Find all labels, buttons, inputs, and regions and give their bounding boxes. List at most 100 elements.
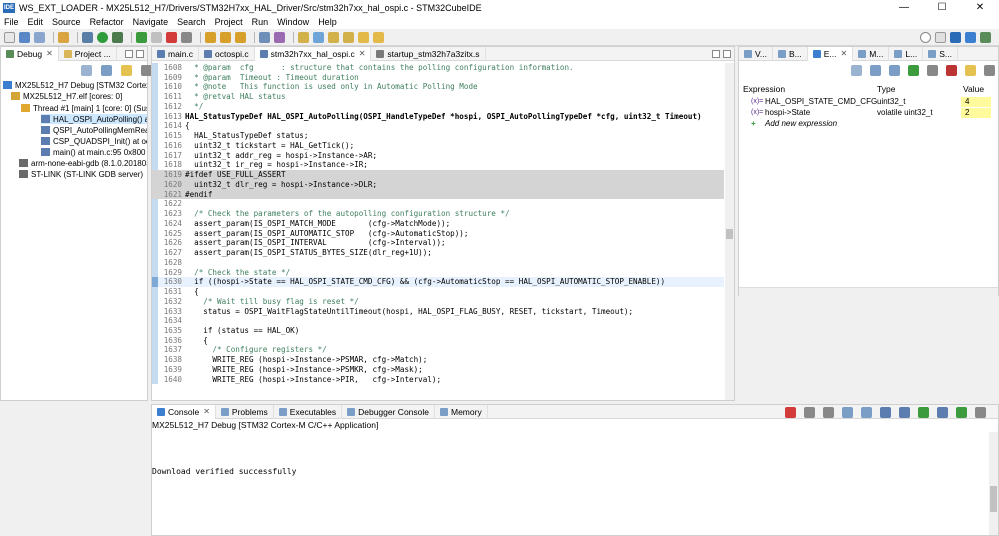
code-line[interactable]: 1640 WRITE_REG (hospi->Instance->PIR, cf… (152, 375, 724, 385)
maximize-button[interactable]: ☐ (923, 0, 961, 15)
minimize-view-icon[interactable] (712, 50, 720, 58)
show-logical-structure-icon[interactable] (889, 65, 900, 76)
open-type-icon[interactable] (298, 31, 309, 43)
tab-stm32h7xx-hal-ospi-c[interactable]: stm32h7xx_hal_ospi.c ✕ (254, 46, 372, 61)
search-icon[interactable] (920, 32, 931, 43)
scrollbar-thumb[interactable] (990, 486, 997, 512)
tab-problems[interactable]: Problems (216, 404, 274, 419)
previous-annotation-icon[interactable] (343, 31, 354, 43)
build-icon[interactable] (58, 31, 69, 43)
menu-source[interactable]: Source (52, 17, 81, 27)
terminate-icon[interactable] (785, 407, 796, 418)
menu-navigate[interactable]: Navigate (133, 17, 169, 27)
code-line[interactable]: 1625 assert_param(IS_OSPI_AUTOMATIC_STOP… (152, 229, 724, 239)
cube-perspective-icon[interactable] (950, 32, 961, 43)
tab-executables[interactable]: Executables (274, 404, 343, 419)
debug-icon[interactable] (112, 31, 123, 43)
code-line[interactable]: 1616 uint32_t tickstart = HAL_GetTick(); (152, 141, 724, 151)
minimize-button[interactable]: — (885, 0, 923, 15)
code-line[interactable]: 1638 WRITE_REG (hospi->Instance->PSMAR, … (152, 355, 724, 365)
open-perspective-icon[interactable] (935, 32, 946, 43)
code-line[interactable]: 1637 /* Configure registers */ (152, 345, 724, 355)
step-into-icon[interactable] (205, 31, 216, 43)
tab-live-expressions[interactable]: L... (889, 46, 924, 61)
code-line[interactable]: 1628 (152, 258, 724, 268)
tab-debug[interactable]: Debug ✕ (1, 46, 59, 61)
step-over-icon[interactable] (220, 31, 231, 43)
code-line[interactable]: 1621 #endif (152, 189, 724, 200)
code-line[interactable]: 1622 (152, 199, 724, 209)
expression-row[interactable]: (x)= HAL_OSPI_STATE_CMD_CFG uint32_t 4 (739, 97, 998, 107)
tree-item-process[interactable]: MX25L512_H7.elf [cores: 0] (11, 91, 122, 101)
close-window-button[interactable]: ✕ (961, 0, 999, 15)
stack-frame-item[interactable]: CSP_QUADSPI_Init() at octospi.c:102 (41, 136, 147, 146)
word-wrap-icon[interactable] (861, 407, 872, 418)
code-line[interactable]: 1623 /* Check the parameters of the auto… (152, 209, 724, 219)
remove-expression-icon[interactable] (927, 65, 938, 76)
tab-main-c[interactable]: main.c (152, 46, 200, 61)
search-toolbar-icon[interactable] (313, 31, 324, 43)
code-line[interactable]: 1630 if ((hospi->State == HAL_OSPI_STATE… (152, 277, 724, 287)
minimize-view-icon[interactable] (125, 50, 133, 58)
code-line[interactable]: 1631 { (152, 287, 724, 297)
close-icon[interactable]: ✕ (841, 49, 848, 58)
menu-help[interactable]: Help (318, 17, 337, 27)
remove-all-icon[interactable] (946, 65, 957, 76)
editor-vertical-scrollbar[interactable] (725, 63, 734, 400)
stack-frame-item[interactable]: main() at main.c:95 0x800 (41, 147, 146, 157)
menu-file[interactable]: File (4, 17, 19, 27)
collapse-all-icon[interactable] (851, 65, 862, 76)
tab-startup-s[interactable]: startup_stm32h7a3zitx.s (371, 46, 486, 61)
expression-value[interactable]: 2 (961, 108, 991, 118)
close-icon[interactable]: ✕ (359, 49, 366, 58)
code-line[interactable]: 1610 * @note This function is used only … (152, 82, 724, 92)
code-line[interactable]: 1633 status = OSPI_WaitFlagStateUntilTim… (152, 307, 724, 317)
view-menu-icon[interactable] (975, 407, 986, 418)
next-annotation-icon[interactable] (328, 31, 339, 43)
tab-breakpoints[interactable]: B... (773, 46, 808, 61)
code-line[interactable]: 1619 #ifdef USE_FULL_ASSERT (152, 170, 724, 180)
menu-window[interactable]: Window (277, 17, 309, 27)
tab-memory[interactable]: Memory (435, 404, 488, 419)
close-icon[interactable]: ✕ (203, 407, 210, 416)
tab-console[interactable]: Console ✕ (152, 404, 216, 419)
new-icon[interactable] (4, 31, 15, 43)
display-selected-console-icon[interactable] (937, 407, 948, 418)
terminate-icon[interactable] (166, 31, 177, 43)
add-expression-icon[interactable] (908, 65, 919, 76)
debug-config-icon[interactable] (82, 31, 93, 43)
maximize-view-icon[interactable] (136, 50, 144, 58)
column-header-type[interactable]: Type (877, 84, 895, 95)
pin-console-icon[interactable] (918, 407, 929, 418)
expressions-horizontal-scrollbar[interactable] (739, 287, 998, 296)
code-line[interactable]: 1620 uint32_t dlr_reg = hospi->Instance-… (152, 179, 724, 190)
layout-icon[interactable] (965, 65, 976, 76)
console-vertical-scrollbar[interactable] (989, 432, 998, 535)
tree-item-gdb[interactable]: arm-none-eabi-gdb (8.1.0.20180315) (19, 158, 147, 168)
code-line[interactable]: 1614{ (152, 121, 724, 131)
show-console-on-output-icon[interactable] (880, 407, 891, 418)
collapse-all-icon[interactable] (81, 65, 92, 76)
column-header-expression[interactable]: Expression (743, 84, 785, 95)
scrollbar-thumb[interactable] (726, 229, 733, 239)
instruction-stepping-icon[interactable] (259, 31, 270, 43)
menu-run[interactable]: Run (252, 17, 269, 27)
tab-debugger-console[interactable]: Debugger Console (342, 404, 435, 419)
suspend-icon[interactable] (151, 31, 162, 43)
tab-project-explorer[interactable]: Project ... (59, 46, 117, 61)
tree-item-thread[interactable]: Thread #1 [main] 1 [core: 0] (Suspended … (21, 103, 147, 113)
code-line[interactable]: 1612 */ (152, 102, 724, 112)
show-type-names-icon[interactable] (870, 65, 881, 76)
restart-icon[interactable] (274, 31, 285, 43)
menu-search[interactable]: Search (177, 17, 206, 27)
layout-icon[interactable] (121, 65, 132, 76)
code-line[interactable]: 1617 uint32_t addr_reg = hospi->Instance… (152, 151, 724, 161)
code-line[interactable]: 1629 /* Check the state */ (152, 268, 724, 278)
code-line[interactable]: 1635 if (status == HAL_OK) (152, 326, 724, 336)
code-line[interactable]: 1611 * @retval HAL status (152, 92, 724, 102)
column-header-value[interactable]: Value (963, 84, 984, 95)
code-area[interactable]: 1608 * @param cfg : structure that conta… (152, 63, 724, 400)
code-line[interactable]: 1639 WRITE_REG (hospi->Instance->PSMKR, … (152, 365, 724, 375)
code-line[interactable]: 1609 * @param Timeout : Timeout duration (152, 73, 724, 83)
code-line[interactable]: 1608 * @param cfg : structure that conta… (152, 63, 724, 73)
